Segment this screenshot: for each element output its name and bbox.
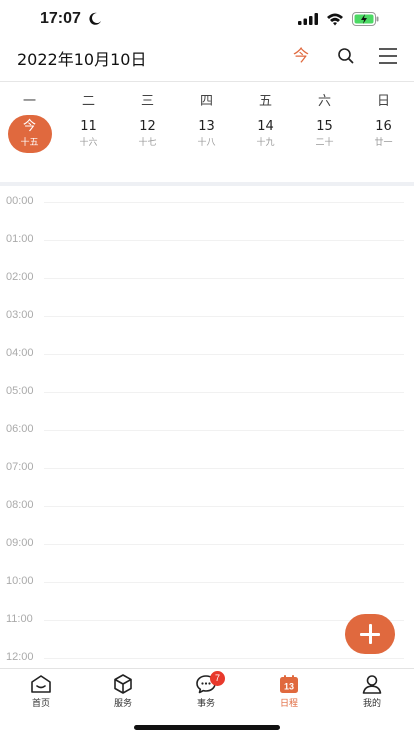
status-time: 17:07 <box>40 10 81 27</box>
day-cell[interactable]: 12 十七 <box>118 116 177 156</box>
search-icon[interactable] <box>335 45 357 67</box>
hour-gridline <box>44 468 404 469</box>
day-cell[interactable]: 16 廿一 <box>354 116 413 156</box>
weekday-label: 日 <box>376 94 390 109</box>
hour-label: 03:00 <box>6 309 34 321</box>
hour-slot[interactable]: 02:00 <box>0 262 414 300</box>
hour-label: 11:00 <box>6 613 33 625</box>
hour-label: 08:00 <box>6 499 34 511</box>
lunar-date: 十七 <box>138 138 157 148</box>
weekday-header: 一 二 三 四 五 六 日 <box>0 90 414 110</box>
hour-label: 05:00 <box>6 385 34 397</box>
day-cell-today[interactable]: 今 十五 <box>0 115 59 156</box>
hour-gridline <box>44 430 404 431</box>
hour-label: 09:00 <box>6 537 34 549</box>
hour-gridline <box>44 316 404 317</box>
home-icon <box>31 675 51 693</box>
person-icon <box>362 675 382 694</box>
lunar-date: 十五 <box>20 138 39 148</box>
hour-gridline <box>44 354 404 355</box>
tab-label: 事务 <box>196 699 215 709</box>
day-number: 15 <box>316 119 333 134</box>
hour-gridline <box>44 582 404 583</box>
hour-slot[interactable]: 09:00 <box>0 528 414 566</box>
day-cell[interactable]: 15 二十 <box>295 116 354 156</box>
hour-label: 07:00 <box>6 461 34 473</box>
notification-badge: 7 <box>210 671 225 686</box>
hour-slot[interactable]: 03:00 <box>0 300 414 338</box>
hour-gridline <box>44 506 404 507</box>
hour-label: 01:00 <box>6 233 34 245</box>
moon-icon <box>89 12 101 25</box>
tab-profile[interactable]: 我的 <box>331 673 413 709</box>
box-icon <box>114 674 132 694</box>
wifi-icon <box>327 13 343 26</box>
tab-schedule[interactable]: 13 日程 <box>248 673 330 709</box>
hour-slot[interactable]: 10:00 <box>0 566 414 604</box>
tab-affairs[interactable]: 7 事务 <box>165 671 247 709</box>
add-event-button[interactable] <box>345 614 395 654</box>
weekday-label: 一 <box>22 94 36 109</box>
hour-slot[interactable]: 04:00 <box>0 338 414 376</box>
cellular-signal-icon <box>298 13 318 25</box>
battery-charging-icon <box>352 12 379 26</box>
hour-slot[interactable]: 05:00 <box>0 376 414 414</box>
hour-slot[interactable]: 00:00 <box>0 186 414 224</box>
day-cell[interactable]: 11 十六 <box>59 116 118 156</box>
hour-label: 00:00 <box>6 195 34 207</box>
day-number: 11 <box>80 119 97 134</box>
current-date-title[interactable]: 2022年10月10日 <box>17 46 146 70</box>
lunar-date: 十九 <box>256 138 275 148</box>
hour-gridline <box>44 240 404 241</box>
calendar-icon-day: 13 <box>284 682 294 692</box>
tab-label: 日程 <box>279 699 298 709</box>
hour-label: 02:00 <box>6 271 34 283</box>
tab-home[interactable]: 首页 <box>0 673 82 709</box>
day-number: 16 <box>375 119 392 134</box>
menu-icon[interactable] <box>377 45 399 67</box>
weekday-label: 六 <box>317 94 331 109</box>
lunar-date: 十八 <box>197 138 216 148</box>
weekday-label: 二 <box>81 94 95 109</box>
weekday-label: 四 <box>199 94 213 109</box>
hour-gridline <box>44 278 404 279</box>
hour-slot[interactable]: 08:00 <box>0 490 414 528</box>
day-number: 13 <box>198 119 215 134</box>
calendar-icon: 13 <box>280 675 298 693</box>
plus-icon <box>368 624 372 644</box>
calendar-header: 2022年10月10日 今 <box>0 40 414 82</box>
lunar-date: 二十 <box>315 138 334 148</box>
hour-slot[interactable]: 06:00 <box>0 414 414 452</box>
week-strip: 一 二 三 四 五 六 日 今 十五 11 十六 12 十七 13 十八 14 … <box>0 86 414 182</box>
day-timeline[interactable]: 00:00 01:00 02:00 03:00 04:00 05:00 06:0… <box>0 186 414 668</box>
day-number: 今 <box>22 119 36 134</box>
hour-gridline <box>44 658 404 659</box>
tab-label: 首页 <box>31 699 50 709</box>
hour-label: 04:00 <box>6 347 34 359</box>
lunar-date: 廿一 <box>374 138 393 148</box>
tab-label: 我的 <box>362 699 381 709</box>
day-number: 12 <box>139 119 156 134</box>
day-cell[interactable]: 14 十九 <box>236 116 295 156</box>
hour-slot[interactable]: 07:00 <box>0 452 414 490</box>
home-indicator <box>134 725 280 730</box>
hour-gridline <box>44 202 404 203</box>
today-button[interactable]: 今 <box>290 44 312 68</box>
hour-label: 10:00 <box>6 575 34 587</box>
tab-label: 服务 <box>113 699 132 709</box>
lunar-date: 十六 <box>79 138 98 148</box>
hour-gridline <box>44 544 404 545</box>
tab-services[interactable]: 服务 <box>82 673 164 709</box>
hour-slot[interactable]: 01:00 <box>0 224 414 262</box>
day-number: 14 <box>257 119 274 134</box>
hour-label: 06:00 <box>6 423 34 435</box>
hour-label: 12:00 <box>6 651 34 663</box>
weekday-label: 三 <box>140 94 154 109</box>
hour-gridline <box>44 392 404 393</box>
day-cell[interactable]: 13 十八 <box>177 116 236 156</box>
status-bar: 17:07 <box>0 0 414 40</box>
weekday-label: 五 <box>258 94 272 109</box>
